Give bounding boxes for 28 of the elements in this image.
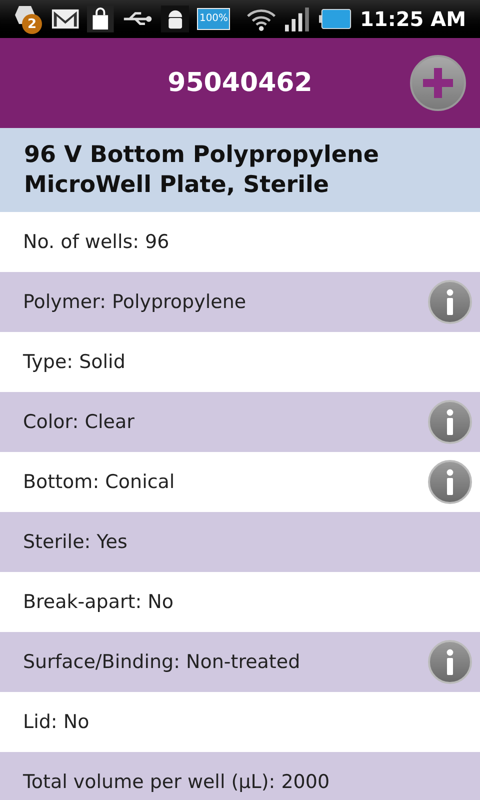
- info-icon: [445, 649, 455, 675]
- spec-label: Surface/Binding: Non-treated: [23, 650, 302, 675]
- shopping-bag-icon: [87, 5, 114, 33]
- info-button[interactable]: [428, 280, 472, 324]
- product-name: 96 V Bottom Polypropylene MicroWell Plate, Sterile: [24, 141, 380, 200]
- spec-label: Color: Clear: [23, 410, 136, 435]
- header-title: 95040462: [168, 66, 312, 100]
- info-icon: [445, 289, 455, 315]
- battery-full-icon: 100%: [197, 8, 230, 30]
- plus-icon: [423, 68, 453, 98]
- spec-label: Sterile: Yes: [23, 530, 128, 555]
- spec-label: Bottom: Conical: [23, 470, 176, 495]
- notification-count: 2: [22, 14, 42, 34]
- info-button[interactable]: [428, 640, 472, 684]
- mail-icon: [50, 7, 80, 31]
- spec-label: Total volume per well (µL): 2000: [23, 770, 331, 795]
- info-button[interactable]: [428, 400, 472, 444]
- battery-icon: [319, 8, 352, 30]
- spec-label: Type: Solid: [23, 350, 126, 375]
- spec-label: Break-apart: No: [23, 590, 175, 615]
- info-icon: [445, 469, 455, 495]
- info-button[interactable]: [428, 460, 472, 504]
- spec-label: Polymer: Polypropylene: [23, 290, 248, 315]
- status-time: 11:25 AM: [360, 6, 466, 33]
- signal-icon: [284, 5, 312, 33]
- info-icon: [445, 409, 455, 435]
- spec-label: No. of wells: 96: [23, 230, 170, 255]
- spec-label: Lid: No: [23, 710, 90, 735]
